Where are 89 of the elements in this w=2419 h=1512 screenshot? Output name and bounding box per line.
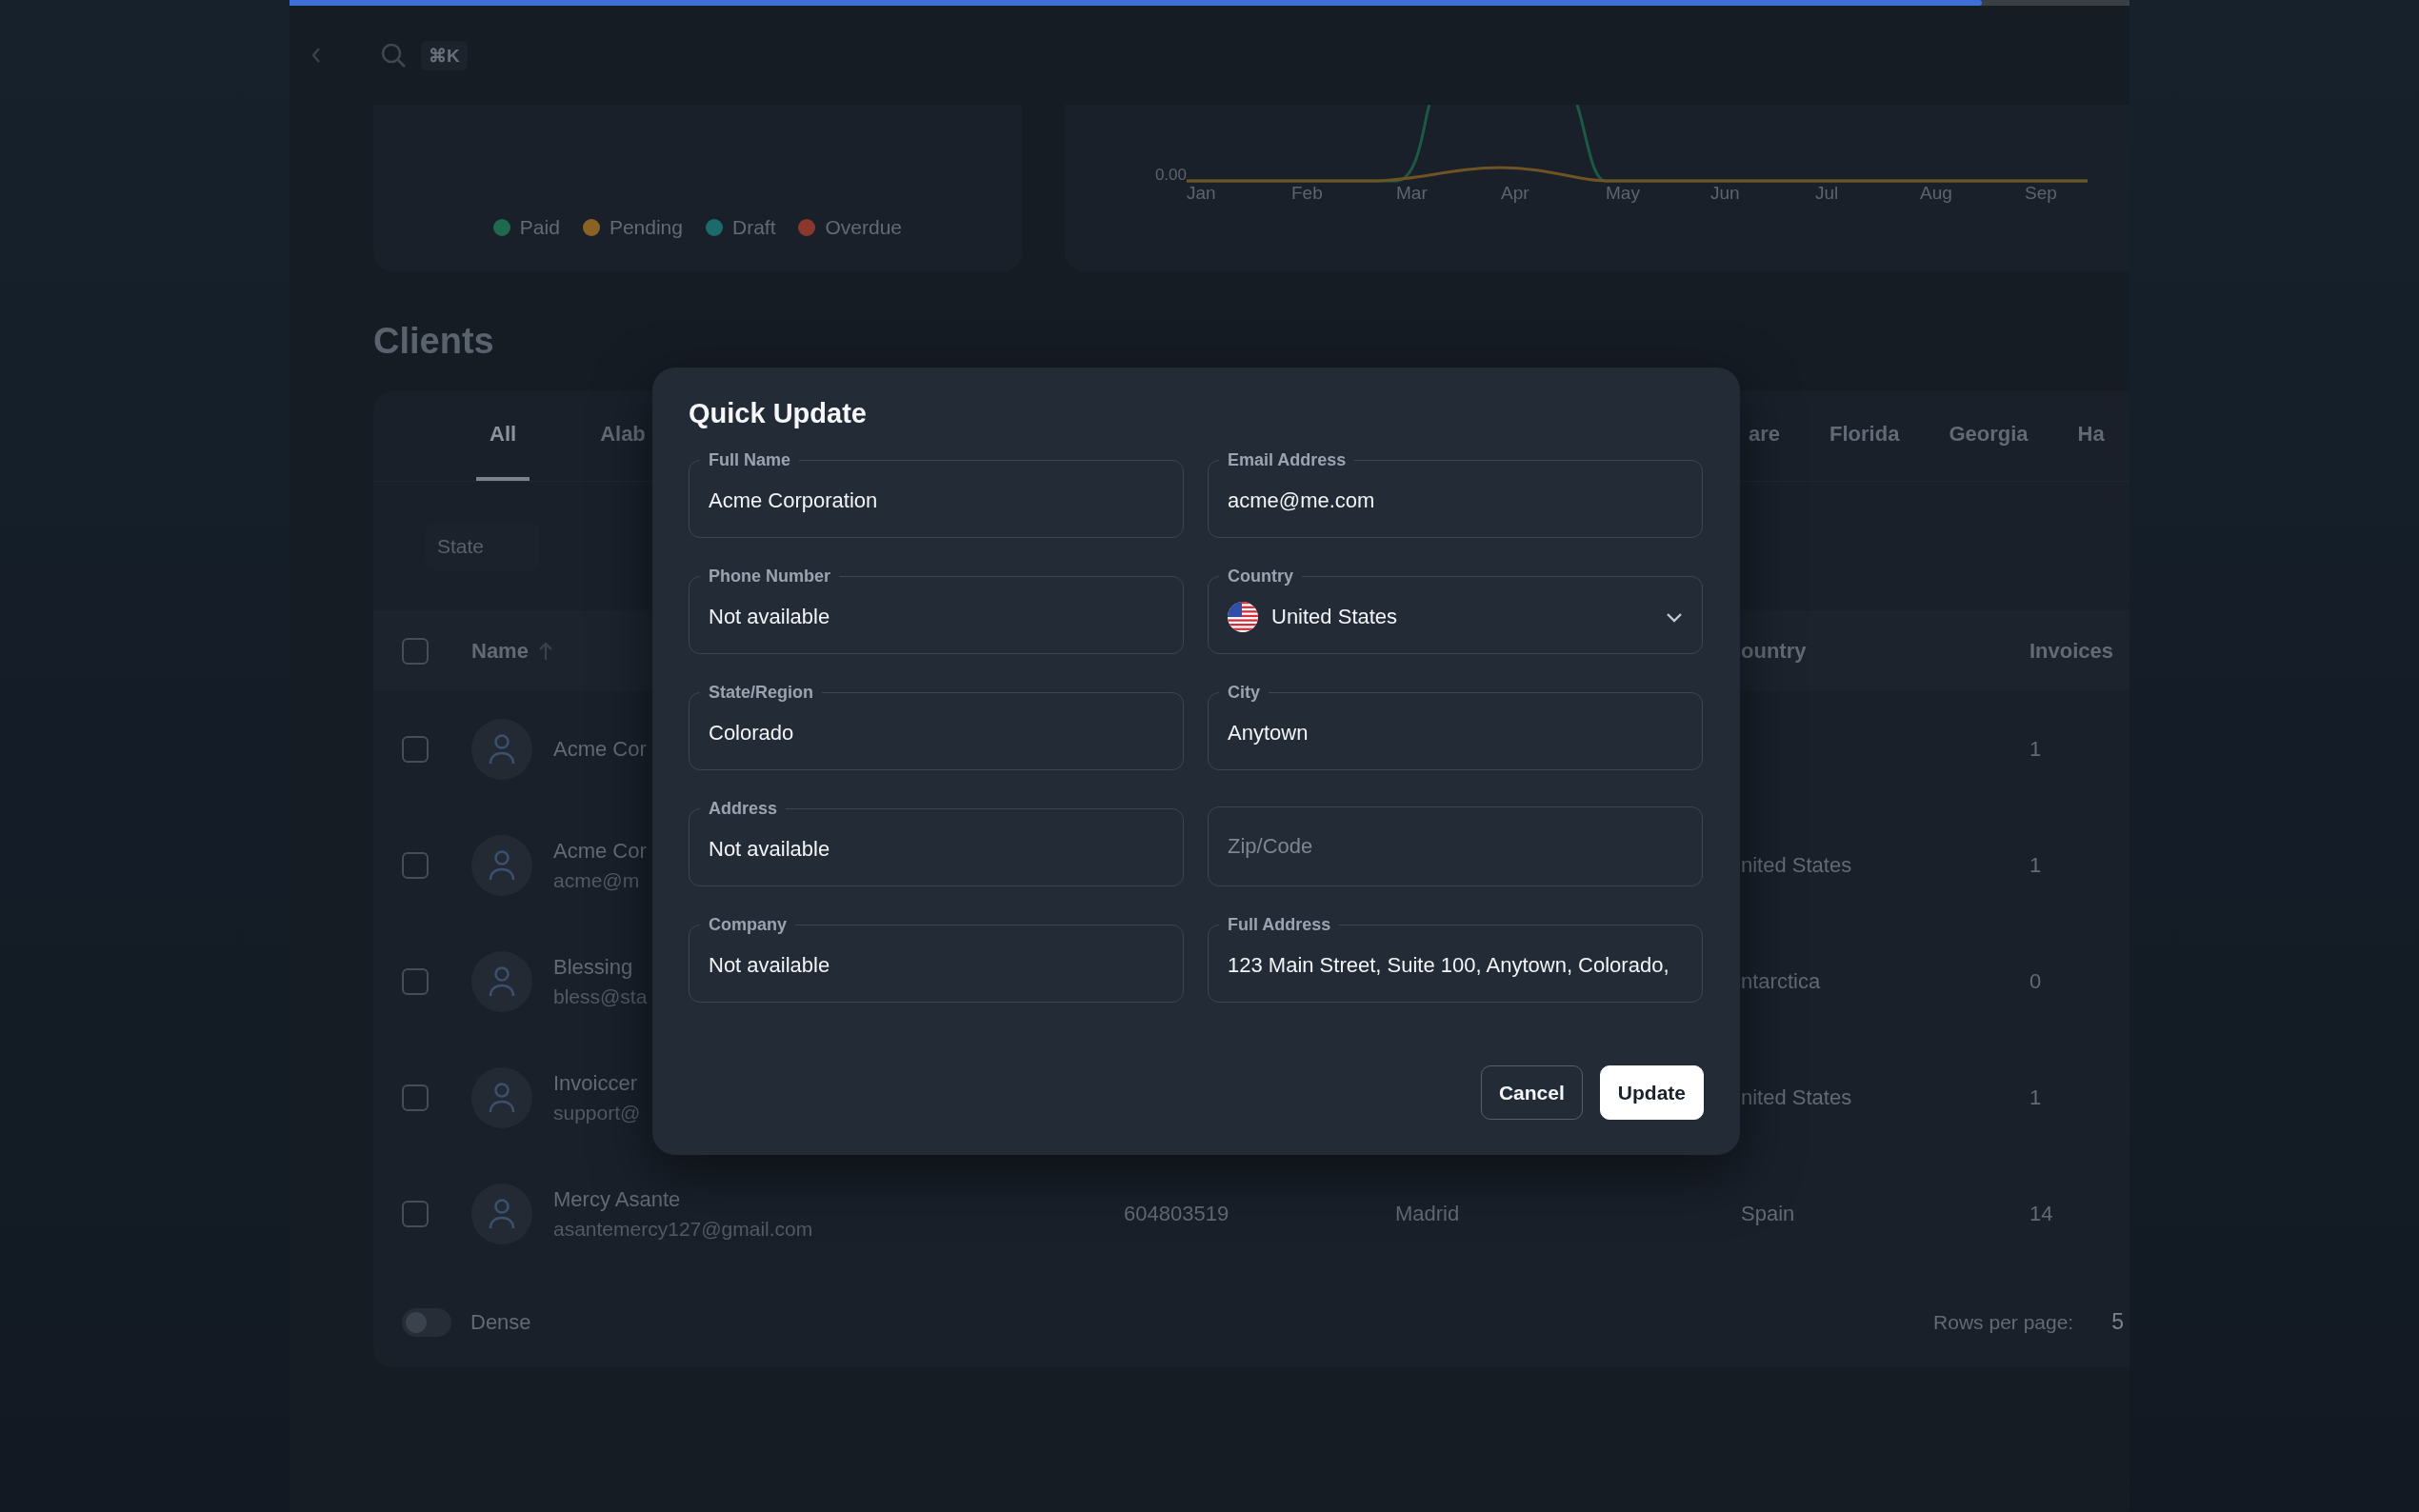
field-label: Address [708,799,779,819]
person-icon [488,849,516,882]
axis-tick: Aug [1920,183,1953,204]
table-cell-text: 1 [2029,1085,2043,1110]
text-input[interactable]: Colorado [709,721,1164,746]
checkbox[interactable] [402,1084,429,1111]
cancel-button[interactable]: Cancel [1480,1065,1583,1120]
person-icon [488,965,516,998]
field-label: Full Address [1227,915,1332,935]
text-input[interactable]: 123 Main Street, Suite 100, Anytown, Colorado, [1228,953,1683,978]
checkbox[interactable] [402,852,429,879]
text-field[interactable]: Zip/Code [1208,806,1703,886]
text-field[interactable]: Company Not available [689,915,1184,1003]
person-icon [488,733,516,766]
dialog-title: Quick Update [689,398,868,429]
table-cell-text: Madrid [1395,1202,1461,1226]
client-name: Acme Cor [553,839,647,864]
table-cell-text: nited States [1740,853,1853,878]
field-label: Company [708,915,788,935]
table-cell-text: 1 [2029,737,2043,762]
table-cell-text: Spain [1740,1202,1796,1226]
table-cell-text: 14 [2029,1202,2054,1226]
table-cell-text: nited States [1740,1085,1853,1110]
section-title: Clients [373,321,495,363]
axis-tick: May [1606,183,1641,204]
axis-tick: Jan [1187,183,1217,204]
text-input[interactable]: Not available [709,605,1164,629]
text-field[interactable]: Full Name Acme Corporation [689,450,1184,538]
checkbox[interactable] [402,1201,429,1227]
text-field[interactable]: Email Address acme@me.com [1208,450,1703,538]
text-input[interactable]: Anytown [1228,721,1683,746]
tab[interactable]: All [476,391,530,481]
client-email: support@ [553,1102,641,1124]
axis-tick: Feb [1291,183,1324,204]
text-input[interactable]: Not available [709,953,1164,978]
table-cell-text: 604803519 [1124,1202,1230,1226]
client-email: bless@sta [553,985,648,1008]
text-field[interactable]: City Anytown [1208,683,1703,770]
select-value: United States [1271,605,1399,629]
shortcut-badge: ⌘K [421,40,468,70]
field-label: State/Region [708,683,814,703]
update-button[interactable]: Update [1599,1065,1704,1120]
legend-item: Draft [705,216,776,239]
rows-per-page-label: Rows per page: [1933,1310,2074,1334]
axis-tick: Apr [1501,183,1530,204]
client-email: acme@m [553,869,641,892]
field-label: City [1227,683,1261,703]
table-cell-text: 1 [2029,853,2043,878]
legend-item: Overdue [798,216,903,239]
legend-item: Pending [582,216,683,239]
text-input[interactable]: Not available [709,837,1164,862]
axis-tick: Mar [1396,183,1429,204]
text-input[interactable]: Acme Corporation [709,488,1164,513]
client-email: asantemercy127@gmail.com [553,1218,813,1241]
legend-item: Paid [492,216,560,239]
person-icon [488,1198,516,1230]
axis-tick: Sep [2025,183,2058,204]
field-label: Phone Number [708,567,831,587]
arrow-up-icon [537,641,553,661]
text-field[interactable]: Address Not available [689,799,1184,886]
client-name: Acme Cor [553,737,647,762]
chevron-left-icon[interactable] [310,46,322,65]
client-name: Invoiccer [553,1071,639,1096]
field-label: Email Address [1227,450,1348,470]
checkbox[interactable] [402,637,429,665]
field-label: Country [1227,567,1294,587]
search-icon[interactable] [379,41,408,70]
checkbox[interactable] [402,736,429,763]
client-name: Mercy Asante [553,1187,682,1212]
axis-tick: Jul [1815,183,1840,204]
person-icon [488,1082,516,1114]
axis-tick: 0.00 [1154,166,1187,186]
chevron-down-icon [1666,611,1683,623]
text-input[interactable]: acme@me.com [1228,488,1683,513]
dense-toggle[interactable] [402,1307,451,1337]
text-field[interactable]: Full Address 123 Main Street, Suite 100, Anytown, Colorado, [1208,915,1703,1003]
checkbox[interactable] [402,968,429,995]
client-name: Blessing [553,955,634,980]
rows-per-page-select[interactable]: 5 [2111,1309,2124,1335]
country-select[interactable]: Country United States [1208,567,1703,654]
text-field[interactable]: Phone Number Not available [689,567,1184,654]
text-input[interactable]: Zip/Code [1228,834,1683,859]
axis-tick: Jun [1710,183,1741,204]
text-field[interactable]: State/Region Colorado [689,683,1184,770]
table-cell-text: ntarctica [1740,969,1822,994]
toggle-label: Dense [470,1309,531,1335]
table-cell-text: 0 [2029,969,2043,994]
field-label: Full Name [708,450,792,470]
flag-icon [1228,602,1258,632]
